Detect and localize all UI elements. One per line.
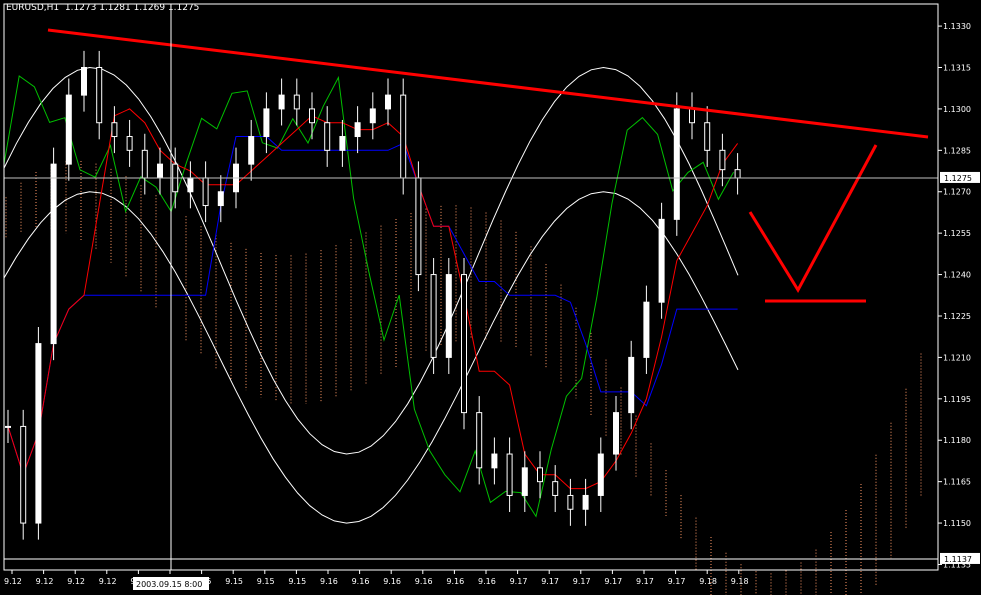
- y-tick-label: 1.1240: [943, 271, 971, 280]
- candle-body: [65, 94, 72, 165]
- y-tick-label: 1.1285: [943, 146, 971, 155]
- y-tick-label: 1.1195: [943, 395, 971, 404]
- x-tick-label: 9.15: [257, 577, 275, 586]
- candle-body: [521, 467, 528, 496]
- x-tick-label: 9.17: [541, 577, 559, 586]
- candle-body: [354, 122, 361, 138]
- chart-window: EURUSD,H1 1.1273 1.1281 1.1269 1.1275 1.…: [0, 0, 981, 595]
- candle-body: [217, 191, 224, 207]
- chikou-span-line: [3, 75, 735, 518]
- current-price-label: 1.1275: [944, 174, 972, 183]
- projection-v-drawing: [748, 144, 878, 294]
- candle-body: [673, 108, 680, 220]
- candle-body: [597, 453, 604, 496]
- x-tick-label: 9.17: [636, 577, 654, 586]
- x-tick-label: 9.16: [383, 577, 401, 586]
- x-tick-label: 9.17: [573, 577, 591, 586]
- candle-body: [385, 94, 391, 110]
- candle-body: [734, 169, 741, 179]
- y-tick-label: 1.1150: [943, 519, 971, 528]
- x-tick-label: 9.12: [67, 577, 85, 586]
- candle-body: [552, 481, 559, 496]
- x-tick-label: 9.16: [352, 577, 370, 586]
- candle-body: [689, 108, 695, 124]
- x-tick-label: 9.17: [604, 577, 622, 586]
- candle-body: [111, 122, 118, 138]
- x-tick-label: 9.15: [225, 577, 243, 586]
- candle-body: [415, 177, 422, 276]
- horizontal-level-label: 1.1137: [944, 555, 972, 564]
- candle-body: [81, 67, 87, 96]
- candle-body: [20, 425, 27, 524]
- candle-body: [309, 108, 315, 124]
- x-tick-label: 9.12: [36, 577, 54, 586]
- candle-body: [719, 149, 726, 171]
- candle-body: [35, 343, 42, 524]
- price-chart[interactable]: 1.1330 1.1315 1.1300 1.1285 1.1270 1.1255 1.12…: [0, 0, 981, 595]
- candle-body: [126, 136, 133, 151]
- cursor-time-label: 2003.09.15 8:00: [136, 580, 202, 589]
- candle-body: [96, 67, 103, 124]
- candle-body: [50, 163, 57, 345]
- x-tick-label: 9.12: [99, 577, 117, 586]
- candle-body: [263, 108, 270, 138]
- x-tick-label: 9.16: [446, 577, 464, 586]
- x-tick-label: 9.16: [478, 577, 496, 586]
- x-tick-label: 9.16: [415, 577, 433, 586]
- candle-body: [400, 94, 407, 179]
- tenkan-sen-line: [7, 108, 739, 490]
- lower-band-line: [3, 191, 739, 524]
- x-tick-label: 9.16: [320, 577, 338, 586]
- candle-body: [613, 412, 619, 455]
- candle-body: [141, 149, 148, 179]
- candle-body: [704, 122, 711, 151]
- candle-body: [293, 94, 300, 110]
- resistance-trendline: [47, 28, 929, 139]
- x-tick-label: 9.18: [731, 577, 749, 586]
- x-tick-label: 9.17: [668, 577, 686, 586]
- candle-body: [491, 453, 498, 469]
- candle-body: [537, 467, 543, 483]
- candle-body: [278, 94, 285, 110]
- candle-body: [202, 177, 209, 207]
- candle-body: [157, 163, 163, 179]
- candle-body: [643, 301, 650, 358]
- candle-body: [628, 356, 635, 414]
- y-tick-label: 1.1330: [943, 22, 971, 31]
- kijun-sen-line: [7, 136, 738, 477]
- candle-body: [248, 136, 255, 165]
- candle-body: [339, 136, 346, 151]
- candle-body: [506, 453, 513, 496]
- x-tick-label: 9.18: [699, 577, 717, 586]
- x-tick-label: 9.15: [288, 577, 306, 586]
- x-tick-label: 9.17: [510, 577, 528, 586]
- candle-body: [5, 425, 11, 428]
- y-tick-label: 1.1270: [943, 188, 971, 197]
- candle-body: [461, 274, 467, 414]
- candle-body: [430, 274, 437, 358]
- candle-body: [369, 108, 376, 124]
- y-tick-label: 1.1225: [943, 312, 971, 321]
- y-tick-label: 1.1315: [943, 64, 971, 73]
- candle-body: [582, 494, 589, 510]
- candle-body: [324, 122, 331, 151]
- candle-body: [187, 177, 194, 193]
- y-tick-label: 1.1165: [943, 478, 971, 487]
- candle-body: [658, 218, 665, 303]
- y-tick-label: 1.1300: [943, 105, 971, 114]
- candle-body: [476, 412, 483, 469]
- y-tick-label: 1.1180: [943, 436, 971, 445]
- candle-body: [445, 274, 452, 358]
- y-tick-label: 1.1210: [943, 353, 971, 362]
- candle-body: [567, 494, 574, 510]
- x-tick-label: 9.12: [4, 577, 22, 586]
- y-tick-label: 1.1255: [943, 229, 971, 238]
